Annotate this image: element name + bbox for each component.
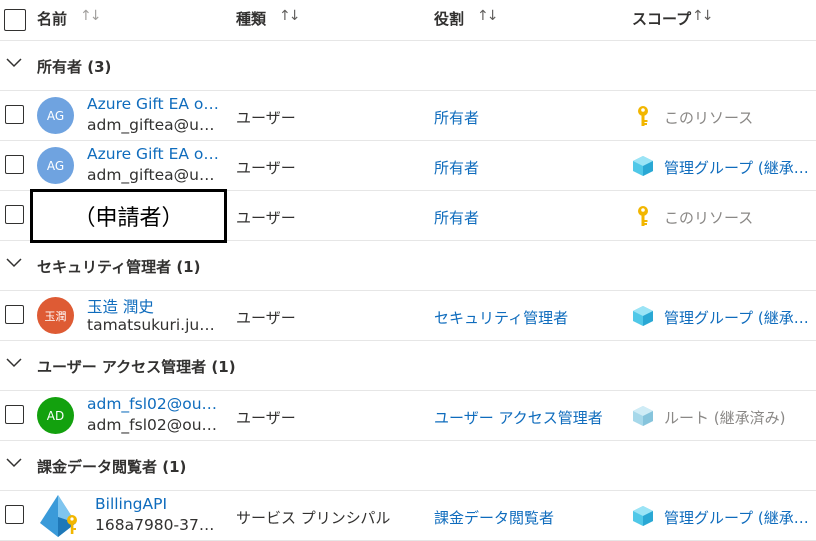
principal-upn: adm_giftea@u…	[87, 166, 215, 184]
principal-type: ユーザー	[236, 409, 296, 427]
service-principal-icon	[40, 495, 77, 537]
table-row[interactable]: 玉潤 玉造 潤史 tamatsukuri.ju… ユーザー セキュリティ管理者 …	[0, 291, 816, 341]
table-row[interactable]: AD adm_fsl02@ou… adm_fsl02@ou… ユーザー ユーザー…	[0, 391, 816, 441]
chevron-down-icon[interactable]	[6, 456, 22, 468]
table-header: 名前 ↑↓ 種類 ↑↓ 役割 ↑↓ スコープ ↑↓	[0, 0, 816, 41]
row-checkbox[interactable]	[5, 305, 24, 324]
sort-icon[interactable]: ↑↓	[279, 8, 301, 24]
column-header-name[interactable]: 名前	[37, 8, 67, 29]
principal-app-id: 168a7980-37…	[95, 516, 215, 534]
row-checkbox[interactable]	[5, 155, 24, 174]
principal-upn: adm_fsl02@ou…	[87, 416, 218, 434]
principal-name-link[interactable]: Azure Gift EA o…	[87, 145, 227, 163]
principal-name-link[interactable]: Azure Gift EA o…	[87, 95, 227, 113]
key-icon	[638, 106, 648, 126]
scope-label: このリソース	[664, 109, 754, 127]
key-icon	[638, 206, 648, 226]
principal-type: ユーザー	[236, 159, 296, 177]
root-group-icon	[633, 406, 653, 426]
avatar: AG	[37, 147, 74, 184]
column-header-role[interactable]: 役割	[434, 8, 464, 29]
principal-name-link[interactable]: adm_fsl02@ou…	[87, 395, 227, 413]
group-header-security-admin[interactable]: セキュリティ管理者 (1)	[0, 241, 816, 291]
row-checkbox[interactable]	[5, 105, 24, 124]
sort-icon[interactable]: ↑↓	[692, 8, 714, 24]
scope-label[interactable]: 管理グループ (継承…	[664, 507, 814, 528]
principal-name-link[interactable]: 玉造 潤史	[87, 295, 227, 317]
group-title: 課金データ閲覧者 (1)	[37, 458, 187, 476]
principal-name-link[interactable]: BillingAPI	[95, 495, 235, 513]
management-group-icon	[633, 156, 653, 176]
principal-type: サービス プリンシパル	[236, 509, 391, 527]
avatar: AD	[37, 397, 74, 434]
role-link[interactable]: 所有者	[434, 207, 479, 228]
principal-type: ユーザー	[236, 209, 296, 227]
scope-label[interactable]: 管理グループ (継承…	[664, 307, 814, 328]
role-link[interactable]: 課金データ閲覧者	[434, 507, 554, 528]
table-row[interactable]: BillingAPI 168a7980-37… サービス プリンシパル 課金デー…	[0, 491, 816, 541]
sort-icon[interactable]: ↑↓	[80, 8, 102, 24]
scope-label: ルート (継承済み)	[664, 409, 786, 427]
row-checkbox[interactable]	[5, 505, 24, 524]
avatar: AG	[37, 97, 74, 134]
role-link[interactable]: セキュリティ管理者	[434, 307, 568, 328]
redacted-applicant-box: （申請者）	[30, 189, 227, 243]
role-link[interactable]: 所有者	[434, 157, 479, 178]
principal-upn: adm_giftea@u…	[87, 116, 215, 134]
group-header-billing-reader[interactable]: 課金データ閲覧者 (1)	[0, 441, 816, 491]
table-row[interactable]: AG Azure Gift EA o… adm_giftea@u… ユーザー 所…	[0, 141, 816, 191]
column-header-scope[interactable]: スコープ	[632, 8, 691, 29]
principal-type: ユーザー	[236, 109, 296, 127]
chevron-down-icon[interactable]	[6, 256, 22, 268]
table-row[interactable]: （申請者） ユーザー 所有者 このリソース	[0, 189, 816, 243]
sort-icon[interactable]: ↑↓	[477, 8, 499, 24]
group-header-owner[interactable]: 所有者 (3)	[0, 41, 816, 91]
avatar: 玉潤	[37, 297, 74, 334]
group-header-user-access-admin[interactable]: ユーザー アクセス管理者 (1)	[0, 341, 816, 391]
chevron-down-icon[interactable]	[6, 56, 22, 68]
row-checkbox[interactable]	[5, 405, 24, 424]
table-row[interactable]: AG Azure Gift EA o… adm_giftea@u… ユーザー 所…	[0, 91, 816, 141]
role-link[interactable]: ユーザー アクセス管理者	[434, 407, 603, 428]
principal-type: ユーザー	[236, 309, 296, 327]
chevron-down-icon[interactable]	[6, 356, 22, 368]
management-group-icon	[633, 306, 653, 326]
role-link[interactable]: 所有者	[434, 107, 479, 128]
scope-label[interactable]: 管理グループ (継承…	[664, 157, 814, 178]
group-title: セキュリティ管理者 (1)	[37, 258, 201, 276]
group-title: 所有者 (3)	[37, 58, 112, 76]
group-title: ユーザー アクセス管理者 (1)	[37, 358, 236, 376]
scope-label: このリソース	[664, 209, 754, 227]
column-header-type[interactable]: 種類	[236, 8, 266, 29]
principal-upn: tamatsukuri.ju…	[87, 316, 215, 334]
management-group-icon	[633, 506, 653, 526]
row-checkbox[interactable]	[5, 205, 24, 224]
select-all-checkbox[interactable]	[4, 9, 26, 31]
